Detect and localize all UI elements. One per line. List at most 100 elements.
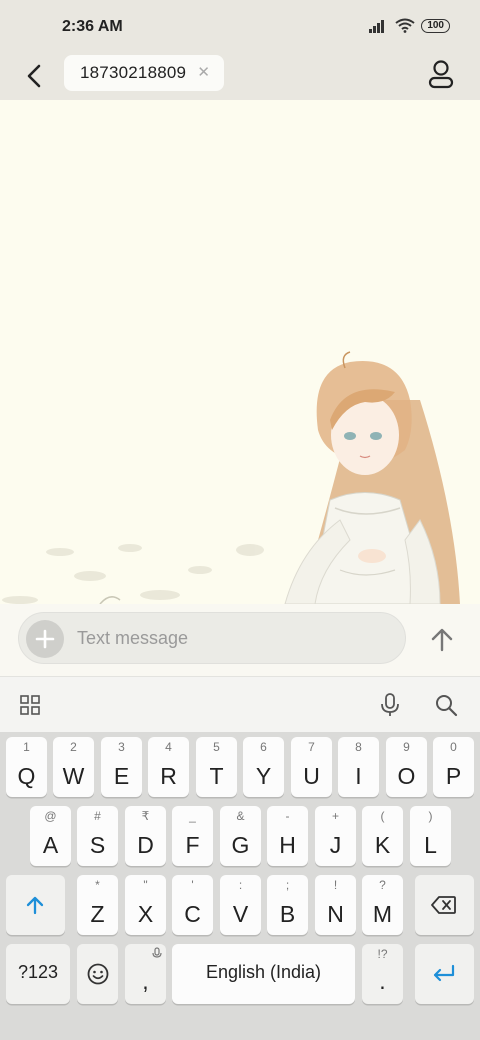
mic-hint-icon [152,947,162,958]
key-label: B [279,901,296,927]
key-label: I [355,763,362,789]
key-hint: @ [44,809,57,823]
key-f[interactable]: _ F [172,806,213,866]
keyboard-menu-button[interactable] [20,695,40,720]
space-key[interactable]: English (India) [172,944,355,1004]
key-hint: & [236,809,245,823]
key-hint: - [285,809,290,823]
key-e[interactable]: 3E [101,737,142,797]
key-label: L [424,832,437,858]
key-s[interactable]: # S [77,806,118,866]
backspace-key[interactable] [415,875,474,935]
key-hint: ( [380,809,385,823]
back-arrow-icon [27,64,41,88]
key-hint: ₹ [141,809,150,823]
key-v[interactable]: :V [220,875,261,935]
key-hint: : [238,878,243,892]
period-key[interactable]: !? . [362,944,403,1004]
key-i[interactable]: 8I [338,737,379,797]
key-l[interactable]: ) L [410,806,451,866]
key-hint: " [143,878,148,892]
arrow-up-icon [431,628,453,652]
key-a[interactable]: @ A [30,806,71,866]
grid-icon [20,695,40,715]
comma-key[interactable]: , [125,944,166,1004]
keyboard: 1Q 2W 3E 4R 5T 6Y 7U 8I 9O 0P @ A # S ₹ D _… [0,732,480,1040]
message-input[interactable] [77,628,377,649]
key-hint: ! [333,878,338,892]
key-label: W [62,763,85,789]
key-t[interactable]: 5T [196,737,237,797]
message-composer [0,604,480,676]
key-hint: !? [377,947,388,961]
key-hint: ? [379,878,386,892]
emoji-key[interactable] [77,944,118,1004]
key-hint: 1 [23,740,30,754]
key-n[interactable]: ! N [315,875,356,935]
key-hint: ) [428,809,433,823]
key-label: C [184,901,201,927]
shift-key[interactable] [6,875,65,935]
key-label: E [113,763,130,789]
recipient-number: 18730218809 [80,63,187,82]
key-label: O [397,763,416,789]
key-r[interactable]: 4R [148,737,189,797]
symbols-key[interactable]: ?123 [6,944,70,1004]
send-button[interactable] [428,626,456,654]
keyboard-toolbar [0,676,480,733]
key-z[interactable]: * Z [77,875,118,935]
key-label: U [303,763,320,789]
key-hint: 9 [403,740,410,754]
key-hint: ; [285,878,290,892]
key-label: H [279,832,296,858]
key-m[interactable]: ? M [362,875,403,935]
key-g[interactable]: & G [220,806,261,866]
add-attachment-button[interactable] [26,620,64,658]
key-hint: 2 [70,740,77,754]
recipient-chip[interactable]: 18730218809 ✕ [64,55,224,91]
status-bar: 2:36 AM 100 [0,0,480,52]
key-label: V [232,901,249,927]
key-label: K [374,832,391,858]
back-button[interactable] [20,60,48,92]
key-u[interactable]: 7U [291,737,332,797]
key-label: S [89,832,106,858]
key-label: Q [17,763,36,789]
key-hint: + [331,809,339,823]
enter-key[interactable] [415,944,474,1004]
key-q[interactable]: 1Q [6,737,47,797]
voice-input-button[interactable] [380,693,400,722]
message-field[interactable] [18,612,406,664]
comma-label: , [142,968,149,994]
conversation-header: 18730218809 ✕ [0,52,480,100]
key-hint: ' [191,878,194,892]
key-hint: 3 [118,740,125,754]
key-k[interactable]: (K [362,806,403,866]
person-icon [428,60,454,89]
key-d[interactable]: ₹ D [125,806,166,866]
key-p[interactable]: 0P [433,737,474,797]
key-hint: 6 [260,740,267,754]
wallpaper-illustration [2,351,460,604]
key-o[interactable]: 9O [386,737,427,797]
status-icons: 100 [369,18,450,33]
key-b[interactable]: ; B [267,875,308,935]
key-y[interactable]: 6Y [243,737,284,797]
emoji-icon [87,963,109,985]
key-j[interactable]: + J [315,806,356,866]
key-x[interactable]: " X [125,875,166,935]
key-label: P [445,763,462,789]
key-label: F [185,832,200,858]
key-label: N [327,901,344,927]
keyboard-search-button[interactable] [434,693,458,722]
key-hint: 5 [213,740,220,754]
key-h[interactable]: -H [267,806,308,866]
key-label: J [329,832,342,858]
remove-recipient-icon[interactable]: ✕ [197,63,210,81]
plus-icon [35,629,55,649]
microphone-icon [381,693,399,716]
contact-button[interactable] [426,58,456,90]
key-label: Z [90,901,105,927]
key-w[interactable]: 2W [53,737,94,797]
key-c[interactable]: ' C [172,875,213,935]
